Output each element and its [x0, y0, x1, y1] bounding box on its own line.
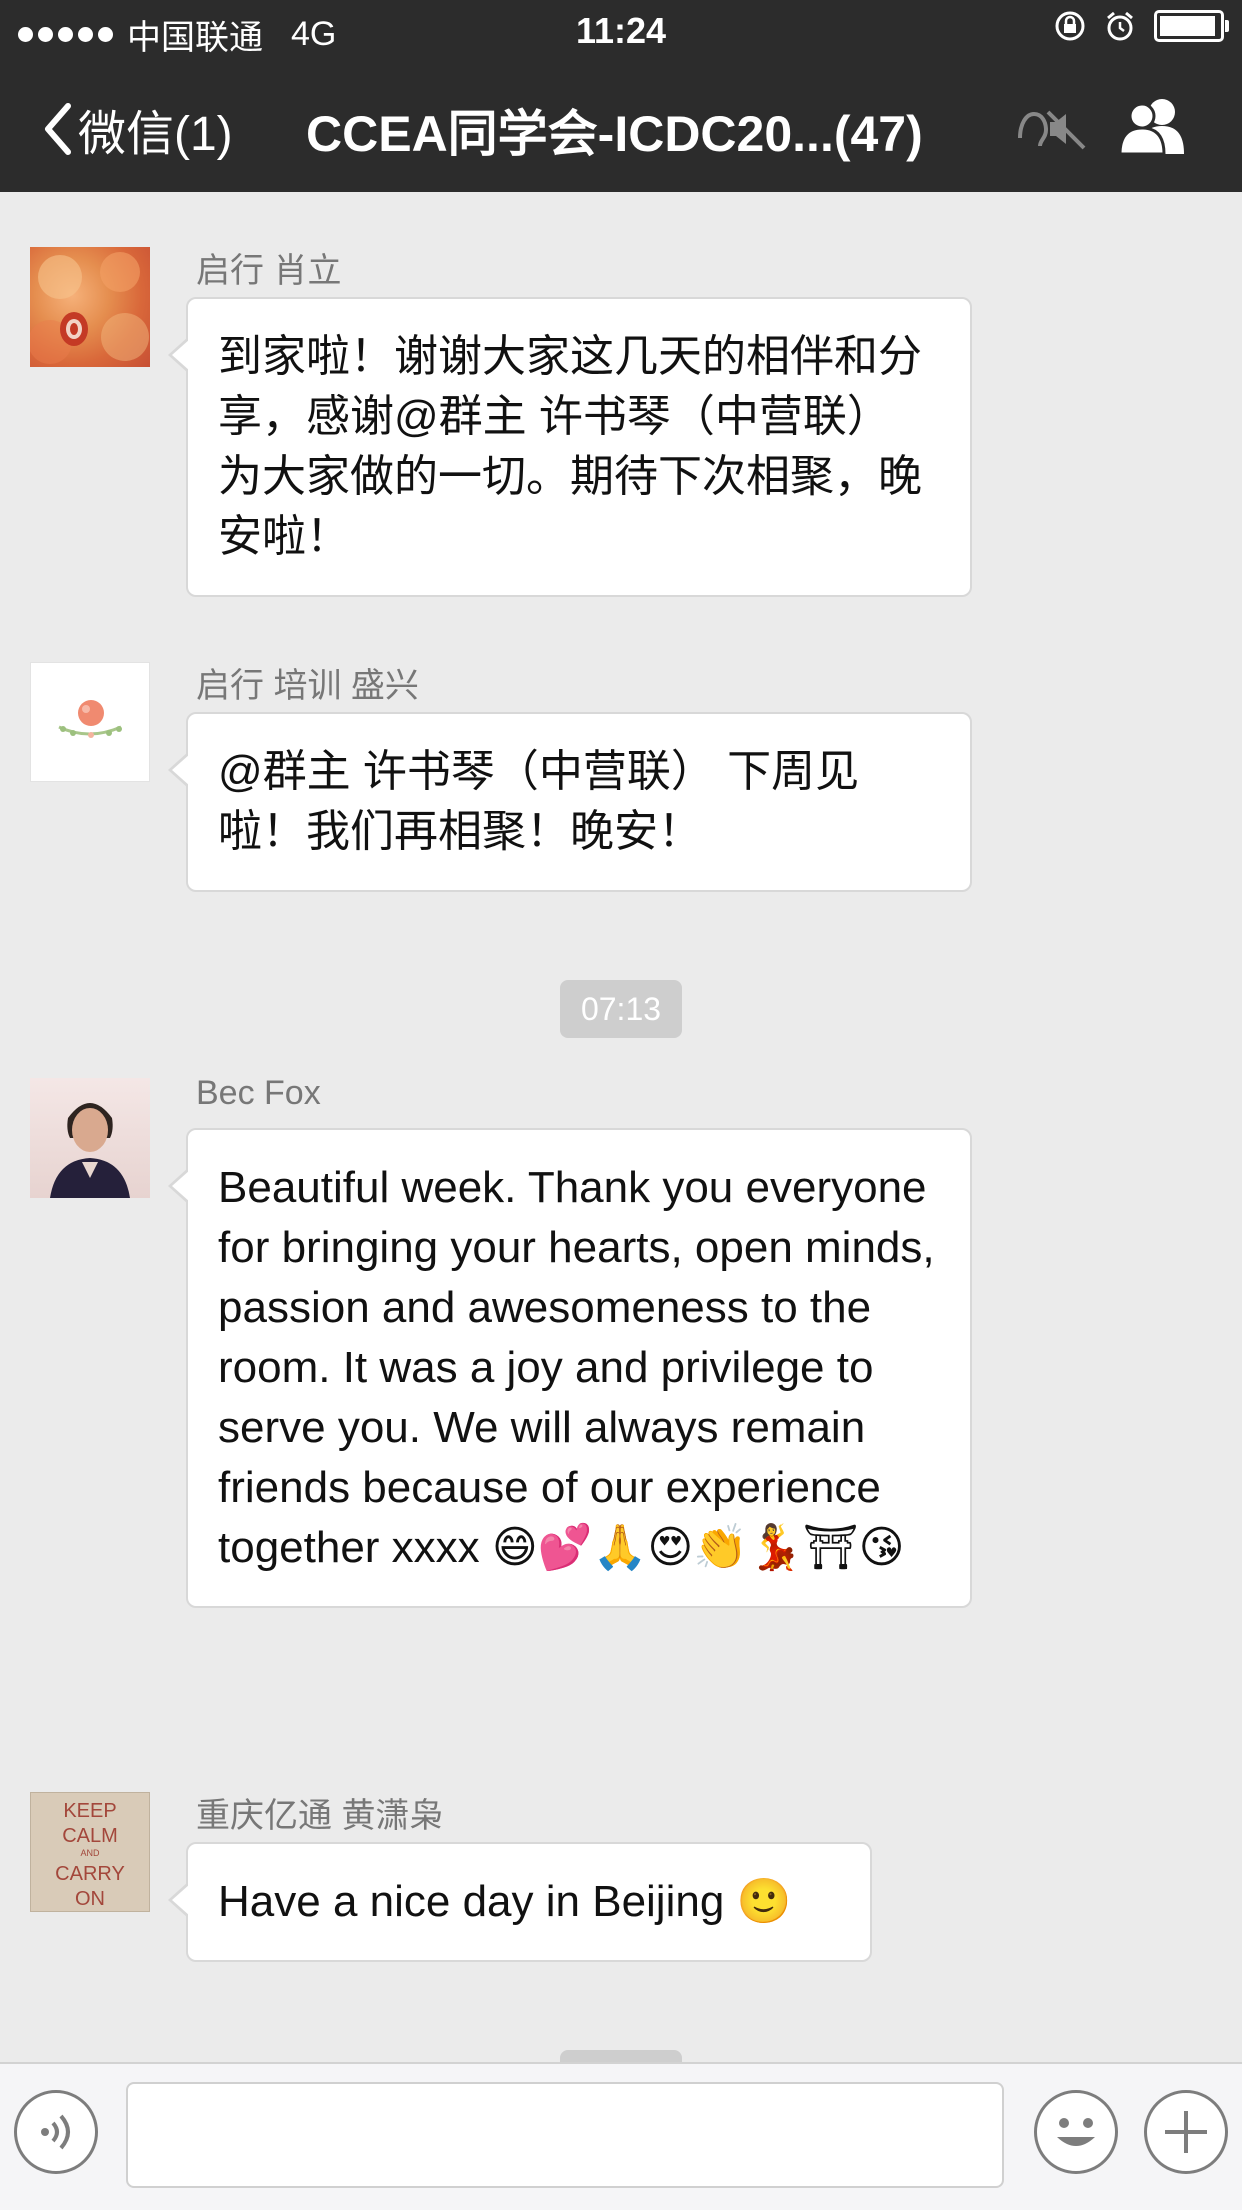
chevron-left-icon: [45, 103, 71, 155]
message-bubble[interactable]: Have a nice day in Beijing 🙂: [168, 1842, 872, 1962]
more-button[interactable]: [1144, 2090, 1228, 2174]
plus-icon: [1165, 2111, 1207, 2153]
group-members-button[interactable]: [1118, 96, 1192, 156]
mute-icon: [1018, 110, 1086, 150]
emoji-button[interactable]: [1034, 2090, 1118, 2174]
message-bubble[interactable]: Beautiful week. Thank you everyone for b…: [168, 1128, 972, 1608]
status-bar: 中国联通 4G 11:24: [0, 0, 1242, 60]
svg-text:AND: AND: [80, 1848, 100, 1858]
nav-bar: 微信(1) CCEA同学会-ICDC20...(47): [0, 60, 1242, 192]
sender-name: 重庆亿通 黄潇枭: [196, 1797, 444, 1835]
message-bubble[interactable]: 到家啦！谢谢大家这几天的相伴和分享，感谢@群主 许书琴（中营联） 为大家做的一切…: [168, 297, 972, 597]
timestamp-divider: 07:13: [560, 980, 682, 1038]
alarm-icon: [1107, 11, 1133, 41]
rotation-lock-icon: [1055, 11, 1085, 41]
message-input[interactable]: [126, 2082, 1004, 2188]
chat-area[interactable]: 启行 肖立 到家啦！谢谢大家这几天的相伴和分享，感谢@群主 许书琴（中营联） 为…: [0, 192, 1242, 2062]
message-bubble[interactable]: @群主 许书琴（中营联） 下周见啦！我们再相聚！晚安！: [168, 712, 972, 892]
sender-name: 启行 培训 盛兴: [196, 667, 419, 705]
voice-icon: [41, 2114, 70, 2150]
back-label: 微信(1): [78, 108, 233, 161]
avatar-image: [58, 700, 122, 738]
avatar-image: [50, 1103, 130, 1198]
battery-fill: [1160, 16, 1216, 36]
svg-text:ON: ON: [75, 1888, 105, 1910]
svg-text:CARRY: CARRY: [55, 1863, 125, 1885]
chat-title: CCEA同学会-ICDC20...(47): [306, 106, 923, 162]
voice-input-button[interactable]: [14, 2090, 98, 2174]
svg-text:CALM: CALM: [62, 1825, 118, 1847]
avatar[interactable]: [30, 1078, 150, 1198]
avatar[interactable]: [30, 662, 150, 782]
emoji-icon: [1057, 2118, 1095, 2146]
svg-text:KEEP: KEEP: [63, 1800, 116, 1822]
keep-calm-poster: KEEP CALM AND CARRY ON: [55, 1800, 125, 1910]
sender-name: 启行 肖立: [196, 252, 342, 290]
status-right: [1054, 10, 1229, 42]
avatar[interactable]: [30, 247, 150, 367]
timestamp-divider-partial: [560, 2050, 682, 2062]
back-button[interactable]: 微信(1): [40, 94, 233, 164]
avatar[interactable]: KEEP CALM AND CARRY ON: [30, 1792, 150, 1912]
avatar-image: [30, 252, 149, 364]
sender-name: Bec Fox: [196, 1074, 321, 1112]
header: 中国联通 4G 11:24 微信(1) CCEA同学会-ICDC20...(47…: [0, 0, 1242, 192]
input-bar: [0, 2062, 1242, 2210]
battery-icon: [1154, 10, 1229, 42]
